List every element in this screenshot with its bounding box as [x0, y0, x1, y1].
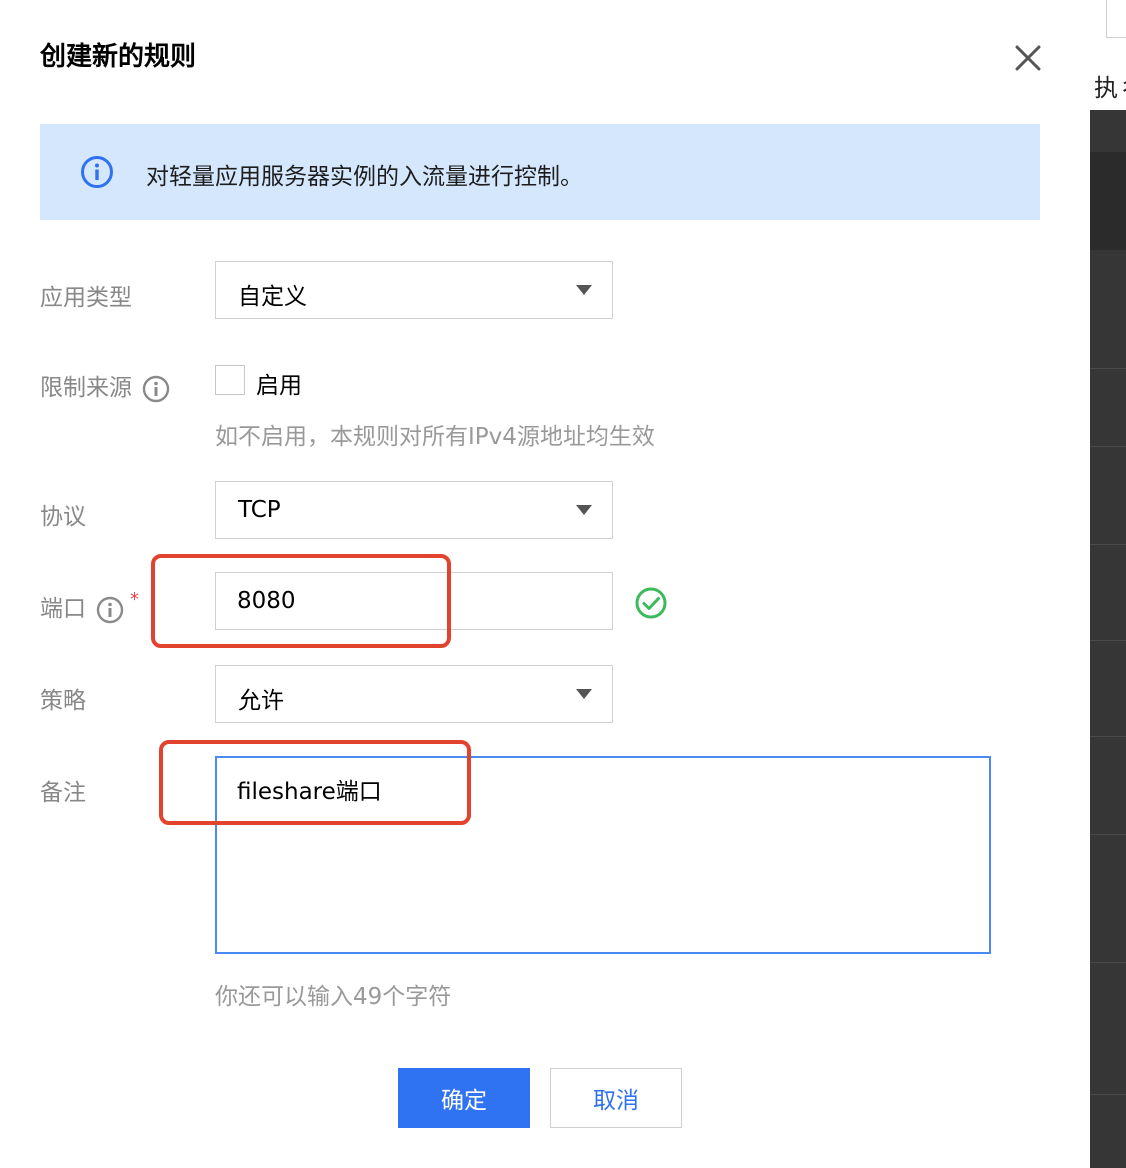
- remark-textarea[interactable]: fileshare端口: [215, 756, 991, 954]
- background-divider: [1090, 736, 1126, 737]
- confirm-button[interactable]: 确定: [398, 1068, 530, 1128]
- source-limit-label: 限制来源: [40, 368, 170, 403]
- port-label: 端口 *: [40, 589, 139, 624]
- info-text: 对轻量应用服务器实例的入流量进行控制。: [146, 164, 583, 190]
- protocol-value: TCP: [238, 497, 281, 523]
- enable-source-label[interactable]: 启用: [256, 366, 302, 400]
- dialog-title: 创建新的规则: [40, 42, 197, 72]
- app-type-select[interactable]: 自定义: [215, 261, 613, 319]
- create-rule-dialog: 创建新的规则 对轻量应用服务器实例的入流量进行控制。 应用类型 自定义 限制来源…: [0, 0, 1090, 1168]
- required-mark: *: [130, 589, 139, 610]
- background-divider: [1090, 368, 1126, 369]
- background-divider: [1090, 962, 1126, 963]
- info-circle-icon[interactable]: [96, 596, 124, 624]
- info-banner: 对轻量应用服务器实例的入流量进行控制。: [40, 124, 1040, 220]
- policy-value: 允许: [238, 688, 284, 714]
- cancel-button[interactable]: 取消: [550, 1068, 682, 1128]
- app-type-label: 应用类型: [40, 285, 132, 311]
- policy-select[interactable]: 允许: [215, 665, 613, 723]
- background-divider: [1090, 1094, 1126, 1095]
- close-icon[interactable]: [1010, 40, 1046, 76]
- background-partial-text: 执彳: [1094, 74, 1126, 102]
- info-circle-icon: [81, 156, 113, 188]
- background-page: 执彳: [1090, 0, 1126, 1168]
- enable-source-checkbox[interactable]: [215, 365, 245, 395]
- background-divider: [1090, 640, 1126, 641]
- policy-label: 策略: [40, 688, 86, 714]
- remark-char-count: 你还可以输入49个字符: [215, 984, 452, 1010]
- port-input[interactable]: [215, 572, 613, 630]
- app-type-value: 自定义: [238, 284, 307, 310]
- caret-down-icon: [576, 689, 592, 699]
- caret-down-icon: [576, 505, 592, 515]
- protocol-select[interactable]: TCP: [215, 481, 613, 539]
- info-circle-icon[interactable]: [142, 375, 170, 403]
- protocol-label: 协议: [40, 504, 86, 530]
- background-divider: [1090, 446, 1126, 447]
- background-divider: [1090, 544, 1126, 545]
- background-band: [1090, 152, 1126, 250]
- remark-label: 备注: [40, 780, 86, 806]
- background-box: [1106, 0, 1126, 38]
- background-divider: [1090, 834, 1126, 835]
- caret-down-icon: [576, 285, 592, 295]
- check-circle-icon: [635, 587, 667, 619]
- source-limit-helper: 如不启用，本规则对所有IPv4源地址均生效: [215, 424, 655, 450]
